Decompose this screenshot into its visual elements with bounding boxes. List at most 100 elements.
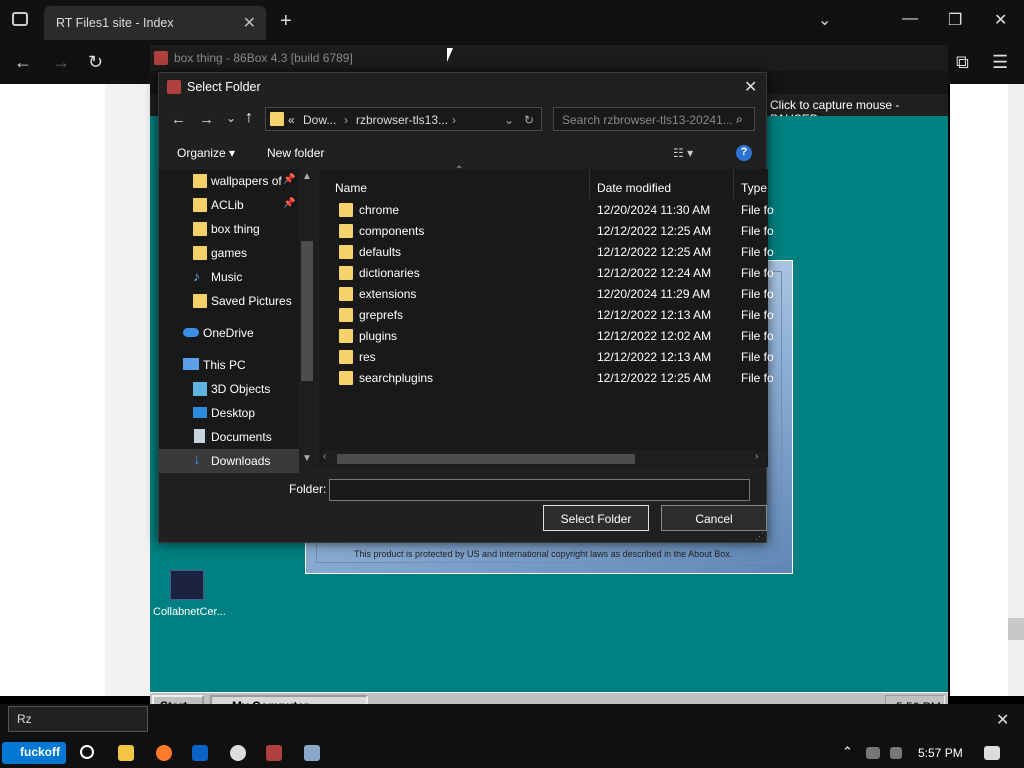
recent-dropdown-icon[interactable]: ⌄ bbox=[226, 111, 236, 125]
horizontal-scrollbar[interactable]: ‹ › bbox=[323, 450, 767, 466]
resize-grip-icon[interactable]: ⋰ bbox=[755, 531, 764, 542]
nav-item-aclib[interactable]: ACLib 📌 bbox=[159, 193, 299, 217]
file-type: File fo bbox=[741, 266, 774, 280]
file-row[interactable]: chrome 12/20/2024 11:30 AM File fo bbox=[339, 199, 774, 220]
page-scrollbar-thumb[interactable] bbox=[1008, 618, 1024, 640]
nav-item-music[interactable]: ♪ Music bbox=[159, 265, 299, 289]
file-row[interactable]: greprefs 12/12/2022 12:13 AM File fo bbox=[339, 304, 774, 325]
column-header-type[interactable]: Type bbox=[741, 181, 767, 195]
folder-icon bbox=[193, 174, 207, 188]
vm-window-titlebar[interactable]: box thing - 86Box 4.3 [build 6789] bbox=[150, 45, 948, 71]
vm-window-taskbar-icon[interactable] bbox=[304, 745, 320, 761]
forward-arrow-icon[interactable]: → bbox=[199, 111, 214, 128]
address-bar[interactable]: « Dow... › rzbrowser-tls13... › ⌄ ↻ bbox=[265, 107, 542, 131]
page-background-right bbox=[950, 84, 1008, 696]
system-clock[interactable]: 5:57 PM bbox=[918, 746, 963, 760]
address-overflow[interactable]: « bbox=[288, 113, 295, 127]
refresh-icon[interactable]: ↻ bbox=[524, 113, 534, 127]
file-row[interactable]: defaults 12/12/2022 12:25 AM File fo bbox=[339, 241, 774, 262]
new-tab-button[interactable]: + bbox=[280, 10, 292, 33]
close-window-button[interactable]: ✕ bbox=[994, 10, 1007, 30]
folder-input[interactable] bbox=[329, 479, 750, 501]
address-segment-chevron[interactable]: › bbox=[452, 113, 456, 127]
back-button[interactable]: ← bbox=[14, 52, 32, 73]
page-scrollbar[interactable] bbox=[1008, 84, 1024, 696]
find-bar-close-icon[interactable]: ✕ bbox=[996, 710, 1009, 730]
column-header-name[interactable]: Name bbox=[335, 181, 367, 195]
search-box[interactable]: Search rzbrowser-tls13-20241... ⌕ bbox=[553, 107, 755, 131]
organize-button[interactable]: Organize ▾ bbox=[177, 146, 235, 160]
forward-button[interactable]: → bbox=[52, 52, 70, 73]
find-input[interactable]: Rz bbox=[8, 706, 148, 732]
restore-button[interactable]: ❐ bbox=[948, 10, 962, 30]
network-tray-icon[interactable] bbox=[866, 747, 880, 759]
select-folder-button[interactable]: Select Folder bbox=[543, 505, 649, 531]
nav-item-saved-pictures[interactable]: Saved Pictures bbox=[159, 289, 299, 313]
extensions-icon[interactable]: ⧉ bbox=[956, 52, 969, 73]
cancel-button[interactable]: Cancel bbox=[661, 505, 767, 531]
nav-item-games[interactable]: games bbox=[159, 241, 299, 265]
file-row[interactable]: plugins 12/12/2022 12:02 AM File fo bbox=[339, 325, 774, 346]
file-row[interactable]: searchplugins 12/12/2022 12:25 AM File f… bbox=[339, 367, 774, 388]
nav-item-label: Desktop bbox=[211, 406, 256, 420]
nav-item-label: Saved Pictures bbox=[211, 294, 292, 308]
column-header-date[interactable]: Date modified bbox=[597, 181, 671, 195]
back-arrow-icon[interactable]: ← bbox=[171, 111, 186, 128]
address-segment-current[interactable]: rzbrowser-tls13... bbox=[356, 113, 448, 127]
scroll-right-icon[interactable]: › bbox=[755, 451, 758, 462]
nav-item-box-thing[interactable]: box thing bbox=[159, 217, 299, 241]
nav-item-3d-objects[interactable]: 3D Objects bbox=[159, 377, 299, 401]
view-options-icon[interactable]: ☷ ▾ bbox=[673, 146, 693, 160]
address-dropdown-icon[interactable]: ⌄ bbox=[504, 113, 514, 127]
new-folder-button[interactable]: New folder bbox=[267, 146, 324, 160]
column-divider[interactable] bbox=[589, 169, 590, 199]
column-divider[interactable] bbox=[733, 169, 734, 199]
file-name: components bbox=[359, 224, 425, 238]
nav-item-onedrive[interactable]: OneDrive bbox=[159, 321, 299, 345]
nav-item-wallpapers[interactable]: wallpapers of 📌 bbox=[159, 169, 299, 193]
volume-muted-icon[interactable] bbox=[890, 747, 902, 759]
nav-item-downloads[interactable]: ↓ Downloads bbox=[159, 449, 299, 473]
outlook-icon[interactable] bbox=[192, 745, 208, 761]
menu-icon[interactable]: ☰ bbox=[992, 52, 1008, 73]
folder-icon bbox=[339, 203, 353, 217]
nav-item-documents[interactable]: Documents bbox=[159, 425, 299, 449]
notifications-icon[interactable] bbox=[984, 746, 1000, 760]
browser-tab[interactable]: RT Files1 site - Index ✕ bbox=[44, 6, 266, 40]
nav-item-label: wallpapers of bbox=[211, 174, 282, 188]
address-segment-downloads[interactable]: Dow... bbox=[303, 113, 336, 127]
reload-button[interactable]: ↻ bbox=[88, 52, 103, 73]
dialog-close-icon[interactable]: ✕ bbox=[744, 77, 757, 97]
help-icon[interactable]: ? bbox=[736, 145, 752, 161]
86box-taskbar-icon[interactable] bbox=[266, 745, 282, 761]
file-explorer-icon[interactable] bbox=[118, 745, 134, 761]
tab-close-icon[interactable]: ✕ bbox=[243, 13, 256, 33]
scroll-left-icon[interactable]: ‹ bbox=[323, 451, 326, 462]
collabnet-icon[interactable] bbox=[170, 570, 204, 600]
desktop-icon-label[interactable]: CollabnetCer... bbox=[153, 606, 226, 618]
nav-item-desktop[interactable]: Desktop bbox=[159, 401, 299, 425]
tab-actions-icon[interactable] bbox=[12, 12, 28, 26]
scroll-up-icon[interactable]: ▲ bbox=[302, 171, 312, 182]
minimize-button[interactable]: — bbox=[902, 10, 918, 28]
firefox-icon[interactable] bbox=[156, 745, 172, 761]
file-row[interactable]: extensions 12/20/2024 11:29 AM File fo bbox=[339, 283, 774, 304]
horizontal-scrollbar-thumb[interactable] bbox=[337, 454, 635, 464]
nav-item-label: Downloads bbox=[211, 454, 271, 468]
nav-item-this-pc[interactable]: This PC bbox=[159, 353, 299, 377]
start-button[interactable]: fuckoff bbox=[2, 742, 66, 764]
file-row[interactable]: dictionaries 12/12/2022 12:24 AM File fo bbox=[339, 262, 774, 283]
copyright-text: This product is protected by US and inte… bbox=[354, 549, 733, 559]
file-row[interactable]: components 12/12/2022 12:25 AM File fo bbox=[339, 220, 774, 241]
file-row[interactable]: res 12/12/2022 12:13 AM File fo bbox=[339, 346, 774, 367]
settings-icon[interactable] bbox=[230, 745, 246, 761]
up-arrow-icon[interactable]: ↑ bbox=[245, 109, 253, 127]
folder-icon bbox=[339, 224, 353, 238]
scroll-down-icon[interactable]: ▼ bbox=[302, 453, 312, 464]
tray-chevron-icon[interactable]: ⌃ bbox=[842, 744, 853, 760]
file-name: dictionaries bbox=[359, 266, 420, 280]
search-icon[interactable] bbox=[80, 745, 94, 759]
folder-icon bbox=[193, 222, 207, 236]
tab-list-icon[interactable]: ⌄ bbox=[818, 10, 831, 30]
navigation-scrollbar-thumb[interactable] bbox=[301, 241, 313, 381]
